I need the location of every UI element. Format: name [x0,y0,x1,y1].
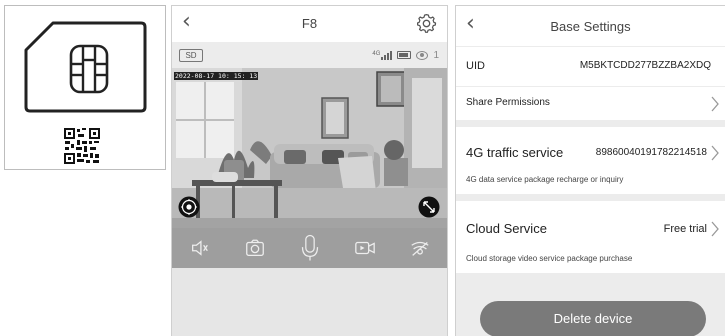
share-permissions-row[interactable]: Share Permissions [456,87,725,120]
uid-row: UID M5BKTCDD277BZZBA2XDQ [456,47,725,86]
uid-value: M5BKTCDD277BZZBA2XDQ [579,60,711,71]
delete-device-button[interactable]: Delete device [480,301,706,336]
mute-icon[interactable] [188,236,212,260]
record-icon[interactable] [353,236,377,260]
traffic-service-label: 4G traffic service [466,145,564,160]
ptz-icon[interactable] [408,236,432,260]
microphone-icon[interactable] [298,234,322,261]
live-video-feed[interactable]: 2022-08-17 10: 15: 13 [172,68,447,228]
qr-code [63,127,101,165]
video-timestamp: 2022-08-17 10: 15: 13 [174,72,259,80]
camera-control-bar [172,228,447,268]
camera-bottom-area [172,268,447,336]
battery-icon [397,51,412,59]
settings-header: ‹ Base Settings [456,6,725,46]
snapshot-icon[interactable] [243,236,267,260]
viewer-eye-icon [416,50,429,60]
ptz-joystick-icon[interactable] [178,196,200,218]
room-scene-image [172,68,447,228]
share-permissions-label: Share Permissions [466,97,550,108]
signal-label: 4G [372,50,381,57]
camera-title: F8 [301,16,318,31]
cloud-service-row[interactable]: Cloud Service Free trial Cloud storage v… [456,201,725,273]
cloud-service-value: Free trial [663,223,707,235]
uid-label: UID [466,60,485,72]
gear-icon[interactable] [417,14,437,34]
traffic-service-description: 4G data service package recharge or inqu… [466,175,624,184]
status-icons: 4G 1 [372,48,439,62]
camera-screen: ‹ F8 SD 4G 1 2022-08-17 10: 15: 13 [171,5,448,336]
chevron-right-icon [711,221,719,237]
viewer-count: 1 [433,49,439,61]
settings-title: Base Settings [550,19,631,34]
camera-status-bar: SD 4G 1 [172,42,447,68]
sd-card-badge: SD [179,49,203,62]
cloud-service-description: Cloud storage video service package purc… [466,254,633,263]
signal-icon: 4G [372,50,393,60]
stage: ‹ F8 SD 4G 1 2022-08-17 10: 15: 13 ‹ Bas… [0,0,725,336]
fullscreen-icon[interactable] [418,196,440,218]
traffic-service-value: 89860040191782214518 [595,147,707,158]
camera-header: ‹ F8 [172,6,447,42]
chevron-right-icon [711,145,719,161]
chevron-right-icon [711,96,719,112]
settings-screen: ‹ Base Settings UID M5BKTCDD277BZZBA2XDQ… [455,5,725,336]
traffic-service-row[interactable]: 4G traffic service 89860040191782214518 … [456,127,725,194]
sim-card-panel [4,5,166,170]
sim-card-icon [24,21,147,113]
cloud-service-label: Cloud Service [466,221,547,236]
